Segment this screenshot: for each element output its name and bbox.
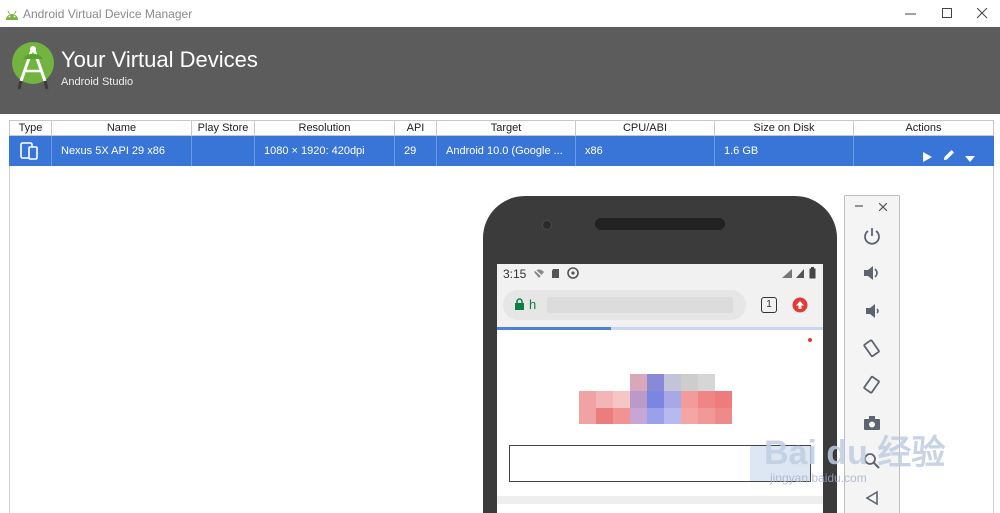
avd-manager-window: Android Virtual Device Manager Your Virt… — [0, 0, 1000, 513]
rotate-left-icon — [863, 339, 880, 358]
data-saver-status-icon — [567, 267, 579, 279]
cell-actions — [854, 136, 994, 166]
close-emulator-icon[interactable] — [879, 203, 887, 211]
front-camera — [542, 220, 552, 230]
cell-api: 29 — [395, 136, 437, 166]
android-app-icon — [5, 8, 19, 20]
signal-bars-status-icon — [796, 269, 804, 278]
maximize-button[interactable] — [927, 0, 967, 27]
android-studio-logo — [11, 41, 55, 91]
cell-resolution: 1080 × 1920: 420dpi — [255, 136, 395, 166]
volume-down-icon — [866, 304, 879, 318]
device-phone-tablet-icon — [20, 142, 38, 160]
baidu-watermark: Bai du 经验 jingyan.baidu.com — [760, 425, 960, 495]
page-load-progress-bar — [497, 327, 823, 330]
wifi-off-status-icon — [533, 268, 545, 279]
watermark-text: Bai du 经验 — [764, 434, 946, 472]
column-header-name[interactable]: Name — [52, 121, 192, 135]
signal-status-icon — [782, 269, 792, 278]
minimize-emulator-icon[interactable] — [855, 205, 864, 208]
column-header-resolution[interactable]: Resolution — [255, 121, 395, 135]
chrome-update-icon[interactable] — [792, 297, 808, 313]
cell-play-store — [192, 136, 255, 166]
column-header-cpu-abi[interactable]: CPU/ABI — [576, 121, 715, 135]
android-status-bar: 3:15 — [497, 264, 823, 284]
page-title: Your Virtual Devices — [61, 47, 258, 72]
title-bar[interactable]: Android Virtual Device Manager — [0, 0, 1000, 27]
volume-up-icon — [864, 266, 878, 280]
table-row[interactable]: Nexus 5X API 29 x86 1080 × 1920: 420dpi … — [9, 136, 994, 166]
minimize-icon — [904, 13, 916, 15]
cell-type — [9, 136, 52, 166]
maximize-icon — [941, 8, 952, 18]
cell-target: Android 10.0 (Google ... — [437, 136, 576, 166]
blurred-url-region — [547, 297, 733, 313]
close-button[interactable] — [962, 0, 1000, 27]
page-load-progress-fill — [497, 327, 612, 330]
chrome-toolbar: h 1 — [497, 284, 823, 328]
minimize-button[interactable] — [890, 0, 930, 27]
power-icon — [864, 228, 880, 245]
lock-icon — [515, 298, 524, 310]
header-banner: Your Virtual Devices Android Studio — [0, 27, 1000, 114]
page-divider — [497, 496, 823, 504]
url-text: h — [529, 297, 537, 312]
column-header-api[interactable]: API — [395, 121, 437, 135]
sd-card-status-icon — [552, 269, 559, 278]
tab-switcher-button[interactable]: 1 — [761, 297, 777, 313]
phone-speaker — [595, 218, 725, 230]
battery-status-icon — [809, 267, 816, 279]
column-header-target[interactable]: Target — [437, 121, 576, 135]
chrome-url-bar[interactable]: h — [503, 290, 746, 320]
column-header-actions[interactable]: Actions — [854, 121, 994, 135]
column-header-type[interactable]: Type — [9, 121, 52, 135]
volume-down-button[interactable] — [845, 296, 899, 326]
power-button[interactable] — [845, 221, 899, 251]
cell-cpu-abi: x86 — [576, 136, 715, 166]
edit-pencil-icon[interactable] — [942, 144, 956, 160]
play-icon[interactable] — [921, 145, 933, 162]
page-subtitle: Android Studio — [61, 76, 134, 88]
device-table-header: Type Name Play Store Resolution API Targ… — [9, 120, 994, 136]
notification-dot — [808, 338, 812, 342]
window-title: Android Virtual Device Manager — [23, 6, 193, 21]
status-time: 3:15 — [503, 267, 527, 281]
rotate-right-button[interactable] — [845, 370, 899, 400]
column-header-size-on-disk[interactable]: Size on Disk — [715, 121, 854, 135]
cell-name: Nexus 5X API 29 x86 — [52, 136, 192, 166]
blurred-page-logo — [579, 374, 732, 424]
watermark-subtext: jingyan.baidu.com — [770, 471, 867, 485]
close-icon — [976, 8, 987, 19]
dropdown-arrow-icon[interactable] — [964, 146, 976, 162]
rotate-right-icon — [863, 375, 880, 394]
volume-up-button[interactable] — [845, 258, 899, 288]
rotate-left-button[interactable] — [845, 333, 899, 363]
cell-size-on-disk: 1.6 GB — [715, 136, 854, 166]
column-header-play-store[interactable]: Play Store — [192, 121, 255, 135]
